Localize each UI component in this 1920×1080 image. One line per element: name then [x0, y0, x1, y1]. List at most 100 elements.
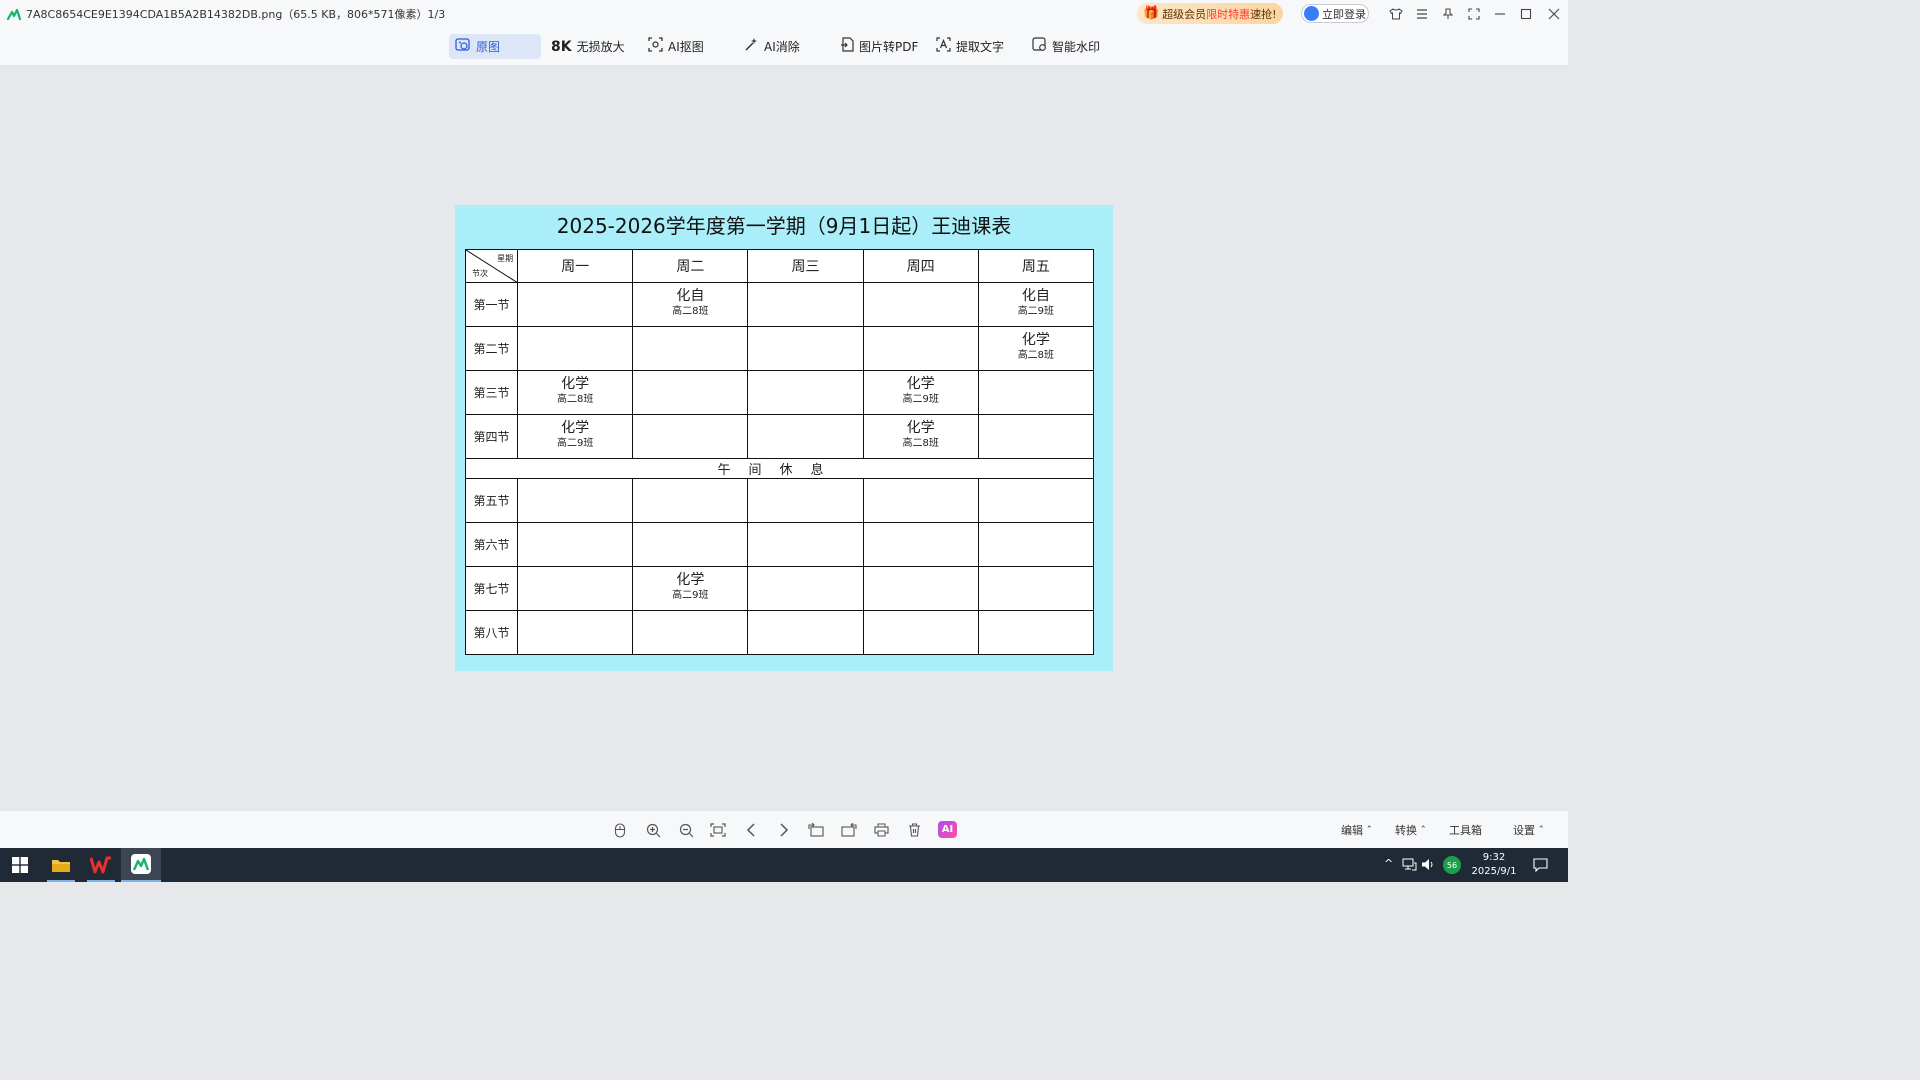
- timetable-title: 2025-2026学年度第一学期（9月1日起）王迪课表: [556, 214, 1012, 238]
- menu-label: 设置: [1513, 824, 1535, 837]
- minimize-icon[interactable]: [1490, 4, 1510, 24]
- class-name: 高二9班: [672, 590, 709, 601]
- tool-lossless-upscale[interactable]: 8K 无损放大: [545, 34, 631, 59]
- promo-banner[interactable]: 🎁 超级会员 限时特惠 速抢!: [1137, 3, 1283, 24]
- mouse-icon[interactable]: [609, 820, 631, 840]
- period-label: 第七节: [464, 566, 519, 611]
- running-indicator: [87, 880, 115, 882]
- taskbar-clock[interactable]: 9:32 2025/9/1: [1470, 851, 1518, 879]
- menu-settings[interactable]: 设置 ˆ: [1513, 822, 1544, 838]
- chevron-up-icon[interactable]: ^: [1384, 857, 1393, 870]
- maximize-icon[interactable]: [1516, 4, 1536, 24]
- app-logo-icon: [7, 7, 21, 21]
- pin-icon[interactable]: [1438, 4, 1458, 24]
- tool-label: AI消除: [764, 40, 800, 54]
- rotate-right-icon[interactable]: [838, 820, 860, 840]
- security-badge[interactable]: 56: [1443, 856, 1461, 874]
- promo-highlight: 限时特惠: [1206, 7, 1251, 21]
- timetable-cell: 化学 高二8班: [517, 370, 634, 415]
- image-viewer-taskbar-icon[interactable]: [121, 848, 161, 882]
- timetable-cell: [747, 282, 864, 327]
- timetable-cell: [517, 326, 634, 371]
- timetable-cell: [977, 478, 1095, 523]
- timetable-cell: [977, 522, 1095, 567]
- chevron-up-icon: ˆ: [1366, 824, 1373, 837]
- timetable-cell: [632, 478, 749, 523]
- zoom-out-icon[interactable]: [675, 820, 697, 840]
- timetable-cell: [977, 370, 1095, 415]
- timetable-cell: 化自 高二9班: [977, 282, 1095, 327]
- timetable-cell: [862, 478, 979, 523]
- image-canvas[interactable]: 2025-2026学年度第一学期（9月1日起）王迪课表 星期 节次 周一 周二 周三…: [455, 205, 1113, 671]
- network-icon[interactable]: [1402, 858, 1417, 874]
- fullscreen-icon[interactable]: [1464, 4, 1484, 24]
- login-button[interactable]: 立即登录: [1301, 4, 1369, 23]
- class-name: 高二9班: [556, 438, 594, 449]
- skin-icon[interactable]: [1386, 4, 1406, 24]
- tool-ai-cutout[interactable]: AI抠图: [642, 34, 710, 59]
- delete-icon[interactable]: [903, 820, 925, 840]
- timetable-cell: [862, 282, 979, 327]
- timetable-cell: [517, 282, 634, 327]
- tool-original[interactable]: 原图: [449, 34, 541, 59]
- volume-icon[interactable]: [1421, 858, 1435, 874]
- timetable-cell: 化学 高二8班: [862, 414, 979, 459]
- timetable-row: 第五节: [464, 478, 1095, 523]
- file-explorer-icon[interactable]: [41, 848, 81, 882]
- timetable-cell: [747, 566, 864, 611]
- corner-weekday-label: 星期: [497, 254, 514, 263]
- timetable-cell: [632, 610, 749, 655]
- text-extract-icon: [936, 37, 951, 56]
- notification-icon[interactable]: [1533, 858, 1548, 875]
- menu-edit[interactable]: 编辑 ˆ: [1341, 822, 1372, 838]
- print-icon[interactable]: [870, 820, 892, 840]
- tool-smart-watermark[interactable]: 智能水印: [1026, 34, 1106, 59]
- timetable-cell: [747, 414, 864, 459]
- rotate-left-icon[interactable]: [805, 820, 827, 840]
- timetable-row: 第八节: [464, 610, 1095, 655]
- promo-prefix: 超级会员: [1162, 7, 1207, 21]
- zoom-in-icon[interactable]: [642, 820, 664, 840]
- tool-label: AI抠图: [668, 40, 704, 54]
- timetable-cell: [517, 566, 634, 611]
- next-icon[interactable]: [773, 820, 795, 840]
- menu-icon[interactable]: [1412, 4, 1432, 24]
- tool-image-to-pdf[interactable]: 图片转PDF: [834, 34, 924, 59]
- timetable-cell: [632, 522, 749, 567]
- 8k-icon: 8K: [551, 38, 572, 55]
- period-label: 第六节: [464, 522, 519, 567]
- ai-assistant-button[interactable]: AI: [938, 821, 957, 838]
- close-icon[interactable]: [1544, 4, 1564, 24]
- day-header: 周四: [862, 249, 979, 283]
- menu-label: 编辑: [1341, 824, 1363, 837]
- tool-label: 原图: [476, 40, 501, 54]
- previous-icon[interactable]: [740, 820, 762, 840]
- menu-convert[interactable]: 转换 ˆ: [1395, 822, 1426, 838]
- tool-extract-text[interactable]: 提取文字: [930, 34, 1010, 59]
- timetable-cell: [862, 326, 979, 371]
- subject-name: 化学: [1021, 332, 1050, 348]
- windows-start-icon[interactable]: [0, 848, 40, 882]
- menu-toolbox[interactable]: 工具箱: [1449, 822, 1482, 838]
- timetable-cell: [977, 414, 1095, 459]
- timetable-row: 第七节 化学 高二9班: [464, 566, 1095, 611]
- lunch-break-label: 午间休息: [465, 458, 1094, 479]
- day-header: 周三: [747, 249, 864, 283]
- title-bar: 7A8C8654CE9E1394CDA1B5A2B14382DB.png（65.…: [0, 0, 1568, 28]
- timetable-row: 第二节 化学 高二8班: [464, 326, 1095, 371]
- fit-screen-icon[interactable]: [707, 820, 729, 840]
- timetable-cell: [517, 522, 634, 567]
- period-label: 第五节: [464, 478, 519, 523]
- magic-wand-icon: [744, 37, 759, 56]
- wps-office-icon[interactable]: [81, 848, 121, 882]
- clock-date: 2025/9/1: [1471, 866, 1517, 877]
- login-label: 立即登录: [1322, 7, 1366, 21]
- timetable: 星期 节次 周一 周二 周三 周四 周五 第一节 化自 高二8班 化自 高二9班 第二节 化学 高二8…: [464, 249, 1095, 655]
- taskbar: ^ 56 9:32 2025/9/1: [0, 848, 1568, 882]
- period-label: 第三节: [464, 370, 519, 415]
- toolbar: 原图 8K 无损放大 AI抠图 AI消除 图片转PDF 提取文字 智能水印: [0, 28, 1568, 66]
- ai-cutout-icon: [648, 37, 663, 56]
- timetable-cell: [747, 370, 864, 415]
- tool-ai-erase[interactable]: AI消除: [738, 34, 806, 59]
- timetable-cell: 化学 高二9班: [862, 370, 979, 415]
